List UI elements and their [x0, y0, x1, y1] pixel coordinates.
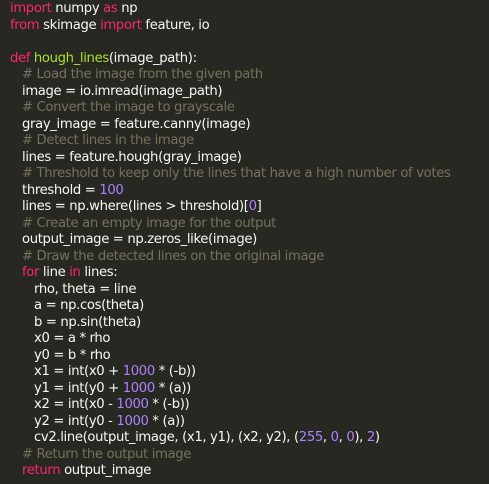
code-text: * (-b)): [154, 364, 196, 379]
keyword-in: in: [69, 265, 81, 280]
code-line-3-blank: [0, 34, 489, 51]
function-name: hough_lines: [33, 50, 109, 66]
code-text: ),: [354, 430, 367, 445]
code-text: line: [39, 265, 70, 280]
code-line-25: x2 = int(x0 - 1000 * (-b)): [0, 397, 489, 414]
code-text: ]: [256, 199, 262, 214]
code-editor[interactable]: import numpy as np from skimage import f…: [0, 0, 489, 484]
code-line-1: import numpy as np: [0, 1, 489, 18]
code-line-17: for line in lines:: [0, 265, 489, 282]
code-text: cv2.line(output_image, (x1, y1), (x2, y2…: [34, 430, 299, 445]
code-line-21: x0 = a * rho: [34, 331, 111, 346]
function-params: (image_path):: [108, 50, 197, 66]
code-line-27: cv2.line(output_image, (x1, y1), (x2, y2…: [0, 430, 489, 447]
code-line-18: rho, theta = line: [34, 281, 137, 297]
code-line-2: from skimage import feature, io: [0, 18, 489, 35]
code-line-24: y1 = int(y0 + 1000 * (a)): [0, 381, 489, 398]
module-name: numpy: [51, 1, 104, 16]
code-text: ): [374, 430, 380, 445]
code-line-7-comment: # Convert the image to grayscale: [22, 100, 235, 115]
code-text: output_image: [60, 463, 152, 478]
keyword-import: import: [100, 17, 142, 33]
keyword-as: as: [103, 1, 118, 16]
code-line-13: lines = np.where(lines > threshold)[0]: [0, 199, 489, 216]
keyword-def: def: [10, 50, 34, 66]
keyword-for: for: [22, 265, 40, 280]
code-line-20: b = np.sin(theta): [34, 314, 141, 330]
number-literal: 1000: [122, 364, 156, 379]
code-text: x2 = int(x0 -: [34, 397, 117, 412]
code-line-15: output_image = np.zeros_like(image): [22, 232, 257, 247]
code-line-8: gray_image = feature.canny(image): [22, 116, 251, 132]
keyword-return: return: [22, 463, 61, 478]
code-text: x1 = int(x0 +: [34, 364, 123, 379]
code-line-16-comment: # Draw the detected lines on the origina…: [22, 248, 325, 264]
code-text: lines = np.where(lines > threshold)[: [22, 199, 249, 214]
code-text: * (a)): [148, 413, 185, 429]
number-literal: 255: [298, 430, 323, 445]
code-line-5-comment: # Load the image from the given path: [22, 67, 263, 82]
code-line-6: image = io.imread(image_path): [22, 83, 223, 99]
keyword-import: import: [10, 1, 52, 16]
import-names: feature, io: [141, 17, 210, 33]
number-literal: 0: [330, 430, 339, 445]
number-literal: 1000: [122, 380, 156, 396]
code-line-11-comment: # Threshold to keep only the lines that …: [22, 166, 451, 181]
code-text: ,: [322, 430, 331, 445]
code-line-19: a = np.cos(theta): [34, 298, 144, 313]
keyword-from: from: [10, 17, 40, 33]
number-literal: 0: [248, 199, 257, 214]
code-line-28-comment: # Return the output image: [22, 446, 192, 462]
code-text: lines:: [80, 265, 118, 280]
number-literal: 100: [99, 182, 124, 198]
code-line-9-comment: # Detect lines in the image: [22, 133, 194, 148]
code-line-23: x1 = int(x0 + 1000 * (-b)): [0, 364, 489, 381]
code-text: threshold =: [22, 182, 100, 198]
code-text: y1 = int(y0 +: [34, 380, 123, 396]
code-text: * (a)): [154, 380, 192, 396]
code-line-12: threshold = 100: [0, 183, 489, 200]
number-literal: 2: [366, 430, 375, 445]
code-line-26: y2 = int(y0 - 1000 * (a)): [0, 414, 489, 431]
number-literal: 1000: [116, 397, 149, 412]
code-text: * (-b)): [148, 397, 190, 412]
code-line-29: return output_image: [0, 463, 489, 480]
number-literal: 1000: [116, 413, 149, 429]
alias-name: np: [117, 1, 138, 16]
code-text: y2 = int(y0 -: [34, 413, 117, 429]
code-line-4: def hough_lines(image_path):: [0, 51, 489, 68]
code-line-22: y0 = b * rho: [34, 347, 111, 363]
module-name: skimage: [39, 17, 101, 33]
code-line-10: lines = feature.hough(gray_image): [22, 149, 242, 165]
code-line-14-comment: # Create an empty image for the output: [22, 215, 277, 231]
